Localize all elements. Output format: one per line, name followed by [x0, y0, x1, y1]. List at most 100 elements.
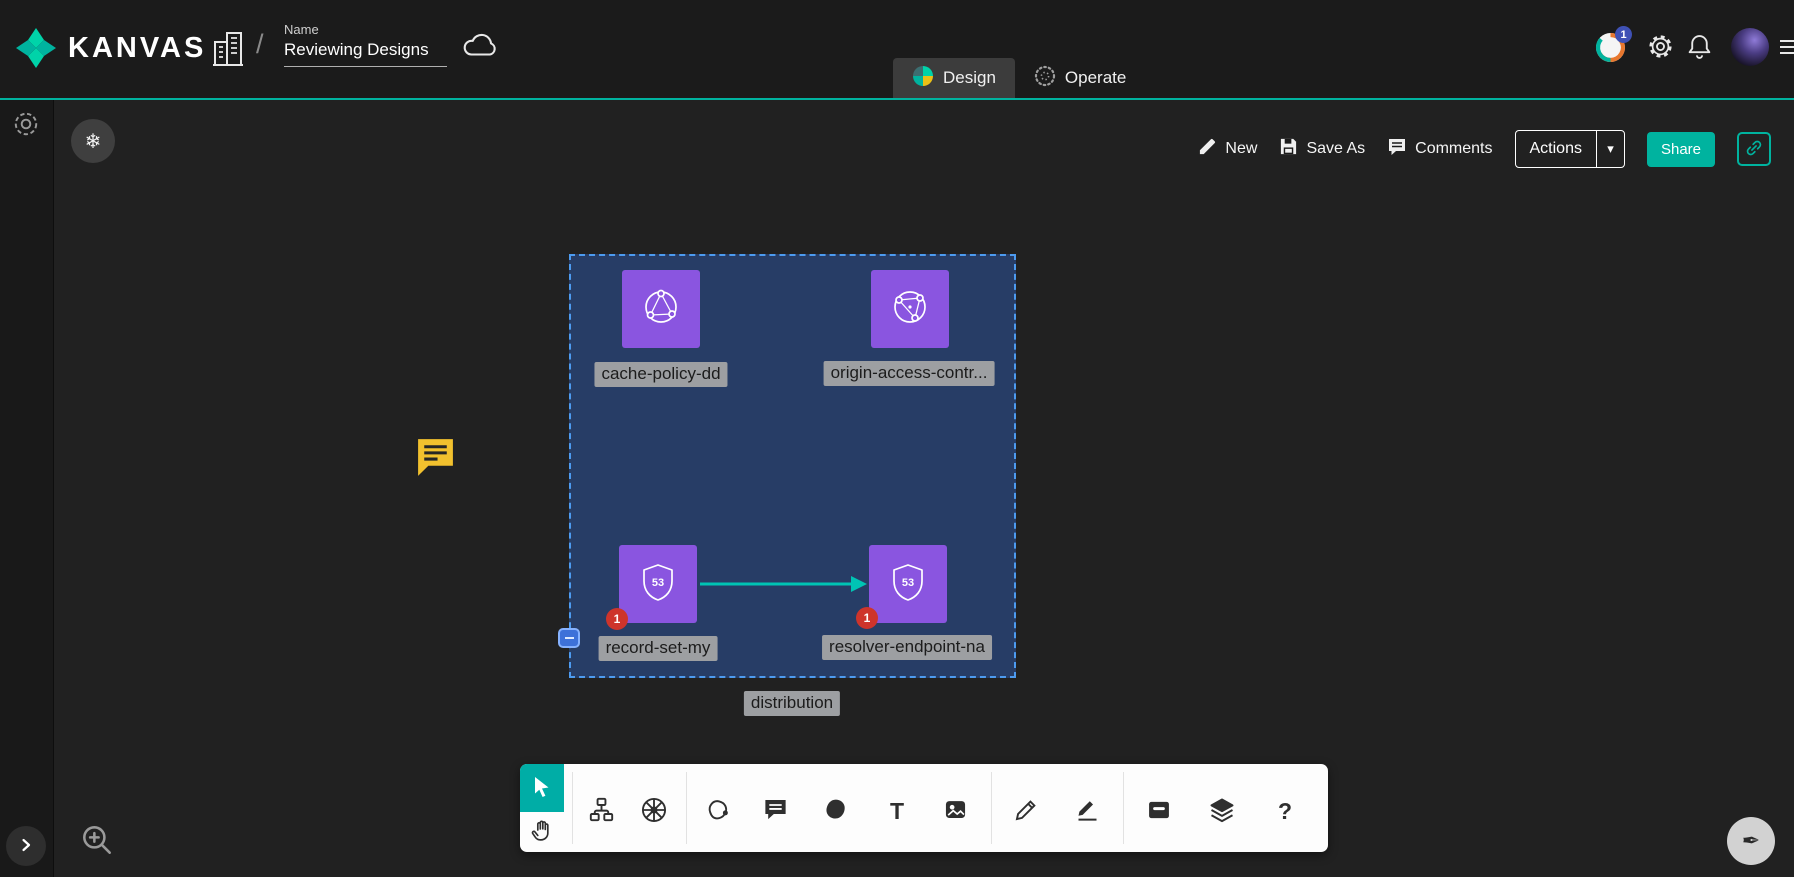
- media-icon: [942, 796, 969, 826]
- signature-pen-button[interactable]: ✒: [1727, 817, 1775, 865]
- error-badge-record-set[interactable]: 1: [606, 608, 628, 630]
- new-label: New: [1225, 140, 1257, 158]
- snowflake-icon: ❄: [85, 129, 102, 154]
- freeze-layout-button[interactable]: ❄: [71, 119, 115, 163]
- tab-operate[interactable]: Operate: [1015, 58, 1145, 98]
- flowchart-icon: [588, 796, 615, 826]
- tool-kubernetes[interactable]: [636, 793, 672, 829]
- canvas-toolbar: New Save As Comments Actions ▾ Share: [1198, 130, 1771, 168]
- tool-sketch[interactable]: [817, 793, 853, 829]
- tool-text[interactable]: T: [879, 793, 915, 829]
- design-tab-icon: [912, 65, 934, 92]
- group-label-distribution: distribution: [744, 691, 840, 716]
- node-label-record-set: record-set-my: [599, 636, 718, 661]
- copy-link-button[interactable]: [1737, 132, 1771, 166]
- pencil-icon: [1198, 137, 1217, 161]
- tool-pencil[interactable]: [1008, 793, 1044, 829]
- node-label-cache-policy: cache-policy-dd: [594, 362, 727, 387]
- tab-operate-label: Operate: [1065, 68, 1126, 88]
- cloudfront-globe-icon: [887, 284, 933, 335]
- organization-button[interactable]: [210, 29, 246, 71]
- comment-bubble-icon: [415, 436, 456, 479]
- tool-drawer[interactable]: [1141, 793, 1177, 829]
- tool-layers[interactable]: [1204, 793, 1240, 829]
- design-name-field: Name: [284, 22, 447, 67]
- kubernetes-helm-icon: [640, 796, 668, 827]
- tab-design-label: Design: [943, 68, 996, 88]
- comments-label: Comments: [1415, 140, 1492, 158]
- actions-dropdown-button[interactable]: Actions ▾: [1515, 130, 1625, 168]
- node-resolver-endpoint[interactable]: 53: [869, 545, 947, 623]
- text-tool-icon: T: [890, 798, 904, 825]
- shapes-icon: [704, 796, 731, 826]
- chevron-down-icon[interactable]: ▾: [1597, 131, 1624, 167]
- error-badge-resolver-endpoint[interactable]: 1: [856, 607, 878, 629]
- kanvas-logo[interactable]: KANVAS: [14, 26, 206, 70]
- provider-button[interactable]: 1: [1595, 32, 1626, 63]
- tab-design[interactable]: Design: [893, 58, 1015, 98]
- tool-pan-hand[interactable]: [520, 812, 564, 852]
- workspace-switcher-button[interactable]: [12, 110, 40, 141]
- building-icon: [212, 56, 244, 71]
- node-label-resolver-endpoint: resolver-endpoint-na: [822, 635, 992, 660]
- route53-shield-icon: 53: [885, 559, 931, 610]
- ink-blob-icon: [822, 796, 849, 826]
- edge-record-set-to-resolver[interactable]: [700, 570, 870, 598]
- tool-media[interactable]: [937, 793, 973, 829]
- comments-button[interactable]: Comments: [1387, 137, 1492, 162]
- tool-comment[interactable]: [757, 793, 793, 829]
- tool-dock: T: [520, 764, 1328, 852]
- zoom-in-button[interactable]: [79, 822, 115, 858]
- new-button[interactable]: New: [1198, 137, 1257, 161]
- share-button[interactable]: Share: [1647, 132, 1715, 167]
- cursor-icon: [532, 776, 552, 801]
- dock-divider: [991, 772, 992, 844]
- provider-icon: [1595, 51, 1626, 66]
- expand-sidebar-button[interactable]: [6, 826, 46, 866]
- app-header: KANVAS / Name: [0, 0, 1794, 100]
- share-label: Share: [1661, 141, 1701, 158]
- actions-label: Actions: [1516, 131, 1596, 167]
- kanvas-logo-text: KANVAS: [68, 32, 206, 65]
- node-origin-access-control[interactable]: [871, 270, 949, 348]
- canvas-comment-marker[interactable]: [415, 436, 456, 484]
- save-as-label: Save As: [1306, 140, 1365, 158]
- design-name-input[interactable]: [284, 40, 447, 67]
- svg-text:53: 53: [652, 577, 664, 589]
- notifications-button[interactable]: [1687, 33, 1712, 63]
- pen-nib-icon: ✒: [1742, 828, 1760, 854]
- node-record-set[interactable]: 53: [619, 545, 697, 623]
- layers-icon: [1208, 796, 1236, 827]
- floppy-icon: [1279, 137, 1298, 161]
- hamburger-icon: [1780, 40, 1794, 54]
- handle-mark: [565, 637, 574, 639]
- cloud-icon: [462, 47, 500, 62]
- tool-flowchart[interactable]: [583, 793, 619, 829]
- node-label-origin-access: origin-access-contr...: [824, 361, 995, 386]
- sync-status-button[interactable]: [462, 31, 500, 62]
- tool-annotate[interactable]: [1069, 793, 1105, 829]
- tool-select-cursor[interactable]: [520, 764, 564, 812]
- gear-icon: [1647, 48, 1674, 63]
- hamburger-menu-button[interactable]: [1780, 38, 1794, 60]
- tool-shapes[interactable]: [699, 793, 735, 829]
- left-sidebar: [0, 100, 54, 877]
- settings-button[interactable]: [1647, 33, 1674, 63]
- node-cache-policy[interactable]: [622, 270, 700, 348]
- workspace-knot-icon: [12, 126, 40, 141]
- tool-help[interactable]: ?: [1267, 793, 1303, 829]
- comment-icon: [1387, 137, 1407, 162]
- mode-tabs: Design Operate: [893, 58, 1145, 98]
- design-name-label: Name: [284, 22, 447, 37]
- dock-divider: [1123, 772, 1124, 844]
- user-avatar[interactable]: [1731, 28, 1769, 66]
- svg-text:53: 53: [902, 577, 914, 589]
- link-icon: [1744, 138, 1764, 161]
- group-anchor-handle[interactable]: [558, 628, 580, 648]
- pencil-outline-icon: [1013, 796, 1040, 826]
- kanvas-logo-icon: [14, 26, 58, 70]
- save-as-button[interactable]: Save As: [1279, 137, 1365, 161]
- magnifier-plus-icon: [79, 846, 115, 861]
- operate-tab-icon: [1034, 65, 1056, 92]
- comment-tool-icon: [762, 796, 789, 826]
